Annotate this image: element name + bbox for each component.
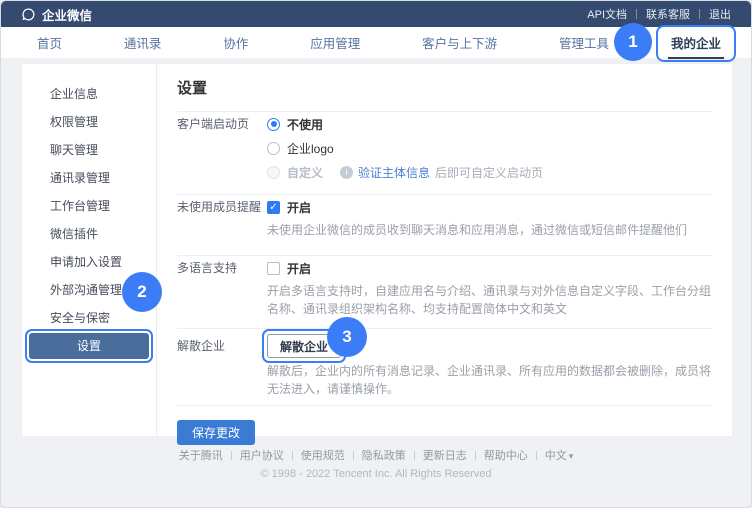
custom-hint: i 验证主体信息 后即可自定义启动页 bbox=[340, 164, 543, 181]
annotation-box-2 bbox=[25, 329, 153, 363]
settings-panel: 设置 客户端启动页 不使用 企业logo 自定义 bbox=[157, 64, 732, 436]
api-docs-link[interactable]: API文档 bbox=[587, 6, 627, 22]
footer: 关于腾讯 用户协议 使用规范 隐私政策 更新日志 帮助中心 中文▾ © 1998… bbox=[1, 447, 751, 480]
custom-hint-text: 后即可自定义启动页 bbox=[435, 164, 543, 181]
multilang-toggle[interactable]: 开启 bbox=[267, 256, 712, 280]
nav-my-company[interactable]: 我的企业 1 bbox=[671, 33, 721, 52]
footer-usage-policy-link[interactable]: 使用规范 bbox=[293, 447, 353, 463]
nav-collaboration[interactable]: 协作 bbox=[223, 33, 248, 52]
nav-app-management[interactable]: 应用管理 bbox=[310, 33, 360, 52]
brand: 企业微信 bbox=[21, 5, 92, 24]
nav-customers[interactable]: 客户与上下游 bbox=[422, 33, 497, 52]
verify-entity-link[interactable]: 验证主体信息 bbox=[358, 164, 430, 181]
radio-option-custom: 自定义 i 验证主体信息 后即可自定义启动页 bbox=[267, 160, 712, 184]
page-title: 设置 bbox=[177, 78, 712, 112]
sidebar: 企业信息 权限管理 聊天管理 通讯录管理 工作台管理 微信插件 申请加入设置 外… bbox=[22, 64, 157, 436]
sidebar-item-contacts-mgmt[interactable]: 通讯录管理 bbox=[22, 164, 156, 192]
sidebar-item-company-info[interactable]: 企业信息 bbox=[22, 80, 156, 108]
copyright: © 1998 - 2022 Tencent Inc. All Rights Re… bbox=[1, 468, 751, 480]
sidebar-item-join-settings[interactable]: 申请加入设置 bbox=[22, 248, 156, 276]
sidebar-item-security[interactable]: 安全与保密 bbox=[22, 304, 156, 332]
launch-page-label: 客户端启动页 bbox=[177, 112, 267, 184]
multilang-toggle-label: 开启 bbox=[287, 260, 311, 277]
radio-checked-icon[interactable] bbox=[267, 118, 280, 131]
row-disband: 解散企业 解散企业 3 解散后，企业内的所有消息记录、企业通讯录、所有应用的数据… bbox=[177, 329, 712, 406]
radio-option-none-label: 不使用 bbox=[287, 116, 323, 133]
sidebar-item-permission[interactable]: 权限管理 bbox=[22, 108, 156, 136]
disband-button-wrap: 解散企业 3 bbox=[267, 334, 341, 358]
row-multilang: 多语言支持 开启 开启多语言支持时，自建应用名与介绍、通讯录与对外信息自定义字段… bbox=[177, 256, 712, 329]
radio-option-logo[interactable]: 企业logo bbox=[267, 136, 712, 160]
info-icon: i bbox=[340, 166, 353, 179]
checkbox-unchecked-icon[interactable] bbox=[267, 262, 280, 275]
radio-option-custom-label: 自定义 bbox=[287, 164, 323, 181]
unused-reminder-description: 未使用企业微信的成员收到聊天消息和应用消息，通过微信或短信邮件提醒他们 bbox=[267, 221, 712, 239]
radio-unchecked-icon[interactable] bbox=[267, 142, 280, 155]
annotation-step-1: 1 bbox=[614, 23, 652, 61]
contact-support-link[interactable]: 联系客服 bbox=[646, 6, 690, 22]
row-launch-page: 客户端启动页 不使用 企业logo 自定义 i bbox=[177, 112, 712, 195]
footer-help-center-link[interactable]: 帮助中心 bbox=[476, 447, 536, 463]
checkbox-checked-icon[interactable]: ✓ bbox=[267, 201, 280, 214]
multilang-description: 开启多语言支持时，自建应用名与介绍、通讯录与对外信息自定义字段、工作台分组名称、… bbox=[267, 282, 712, 318]
radio-option-none[interactable]: 不使用 bbox=[267, 112, 712, 136]
sidebar-item-external-comm[interactable]: 外部沟通管理 bbox=[22, 276, 156, 304]
annotation-box-1 bbox=[656, 25, 736, 62]
disband-description: 解散后，企业内的所有消息记录、企业通讯录、所有应用的数据都会被删除，成员将无法进… bbox=[267, 362, 712, 398]
logout-link[interactable]: 退出 bbox=[709, 6, 731, 22]
nav-admin-tools[interactable]: 管理工具 bbox=[559, 33, 609, 52]
disband-label: 解散企业 bbox=[177, 329, 267, 398]
footer-changelog-link[interactable]: 更新日志 bbox=[415, 447, 475, 463]
sidebar-item-wechat-plugin[interactable]: 微信插件 bbox=[22, 220, 156, 248]
footer-about-link[interactable]: 关于腾讯 bbox=[171, 447, 231, 463]
sidebar-item-chat[interactable]: 聊天管理 bbox=[22, 136, 156, 164]
multilang-label: 多语言支持 bbox=[177, 256, 267, 318]
chevron-down-icon: ▾ bbox=[569, 451, 574, 461]
topbar-links: API文档 联系客服 退出 bbox=[587, 6, 731, 22]
unused-reminder-toggle-label: 开启 bbox=[287, 199, 311, 216]
sidebar-item-workbench[interactable]: 工作台管理 bbox=[22, 192, 156, 220]
wecom-logo-icon bbox=[21, 7, 36, 22]
footer-privacy-link[interactable]: 隐私政策 bbox=[354, 447, 414, 463]
nav-home[interactable]: 首页 bbox=[37, 33, 62, 52]
app-window: 企业微信 API文档 联系客服 退出 首页 通讯录 协作 应用管理 客户与上下游… bbox=[0, 0, 752, 508]
footer-user-agreement-link[interactable]: 用户协议 bbox=[232, 447, 292, 463]
divider bbox=[699, 9, 700, 19]
brand-name: 企业微信 bbox=[42, 5, 92, 24]
disband-company-button[interactable]: 解散企业 bbox=[267, 334, 341, 358]
radio-option-logo-label: 企业logo bbox=[287, 140, 334, 157]
radio-disabled-icon bbox=[267, 166, 280, 179]
footer-language-selector[interactable]: 中文▾ bbox=[537, 447, 582, 463]
footer-language-label: 中文 bbox=[545, 450, 567, 462]
nav-contacts[interactable]: 通讯录 bbox=[124, 33, 162, 52]
unused-reminder-toggle[interactable]: ✓ 开启 bbox=[267, 195, 712, 219]
unused-reminder-label: 未使用成员提醒 bbox=[177, 195, 267, 239]
save-changes-button[interactable]: 保存更改 bbox=[177, 420, 255, 445]
divider bbox=[636, 9, 637, 19]
row-unused-reminder: 未使用成员提醒 ✓ 开启 未使用企业微信的成员收到聊天消息和应用消息，通过微信或… bbox=[177, 195, 712, 256]
footer-links: 关于腾讯 用户协议 使用规范 隐私政策 更新日志 帮助中心 中文▾ bbox=[1, 447, 751, 463]
sidebar-item-settings[interactable]: 设置 bbox=[29, 333, 149, 359]
main-nav: 首页 通讯录 协作 应用管理 客户与上下游 管理工具 我的企业 1 bbox=[1, 27, 751, 58]
main-card: 企业信息 权限管理 聊天管理 通讯录管理 工作台管理 微信插件 申请加入设置 外… bbox=[21, 63, 733, 437]
